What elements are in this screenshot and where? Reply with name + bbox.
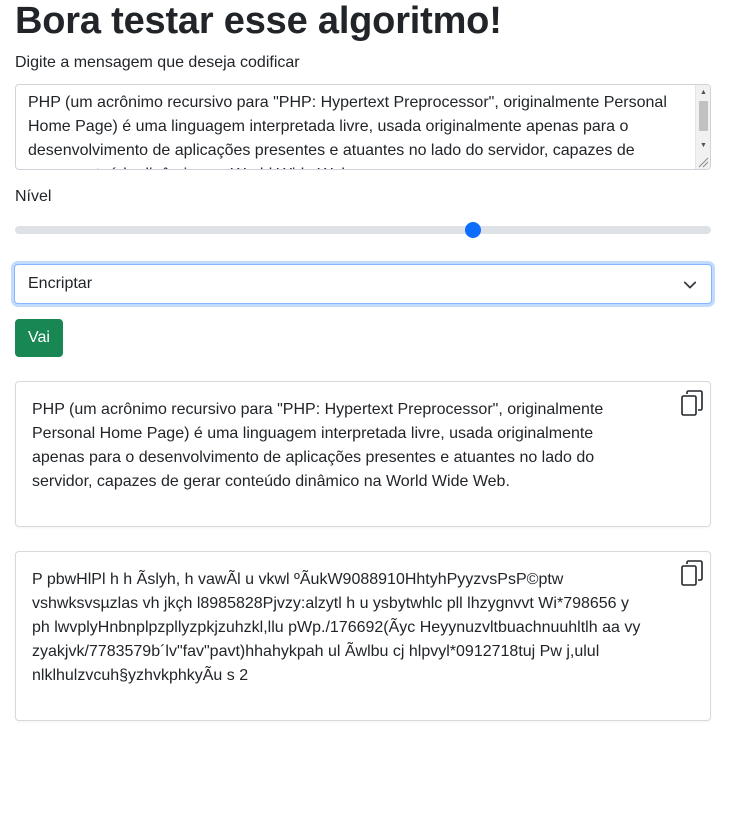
copy-icon[interactable] [681,390,703,416]
mode-select[interactable]: Encriptar [14,264,712,304]
original-text: PHP (um acrônimo recursivo para "PHP: Hy… [32,401,604,490]
message-textarea-value[interactable]: PHP (um acrônimo recursivo para "PHP: Hy… [16,85,710,169]
level-slider-track[interactable] [15,226,711,234]
copy-icon[interactable] [681,560,703,586]
page-title: Bora testar esse algoritmo! [15,0,502,42]
message-label: Digite a mensagem que deseja codificar [15,54,300,71]
mode-select-value: Encriptar [28,275,93,292]
level-label: Nível [15,188,52,205]
scroll-down-icon[interactable]: ▼ [696,139,710,153]
encoded-text: P pbwHlPl h h Ãslyh, h vawÃl u vkwl ºÃuk… [32,571,641,684]
original-text-card: PHP (um acrônimo recursivo para "PHP: Hy… [15,381,711,527]
scroll-thumb[interactable] [699,101,708,131]
chevron-down-icon [683,281,697,289]
textarea-scrollbar[interactable]: ▲ ▼ [695,85,710,169]
scroll-up-icon[interactable]: ▲ [696,86,710,100]
level-slider[interactable] [15,220,711,240]
message-textarea[interactable]: PHP (um acrônimo recursivo para "PHP: Hy… [15,84,711,170]
resize-grip-icon[interactable] [697,156,709,168]
page: Bora testar esse algoritmo! Digite a men… [0,0,739,836]
submit-button[interactable]: Vai [15,319,63,357]
encoded-text-card: P pbwHlPl h h Ãslyh, h vawÃl u vkwl ºÃuk… [15,551,711,721]
level-slider-thumb[interactable] [465,222,482,238]
